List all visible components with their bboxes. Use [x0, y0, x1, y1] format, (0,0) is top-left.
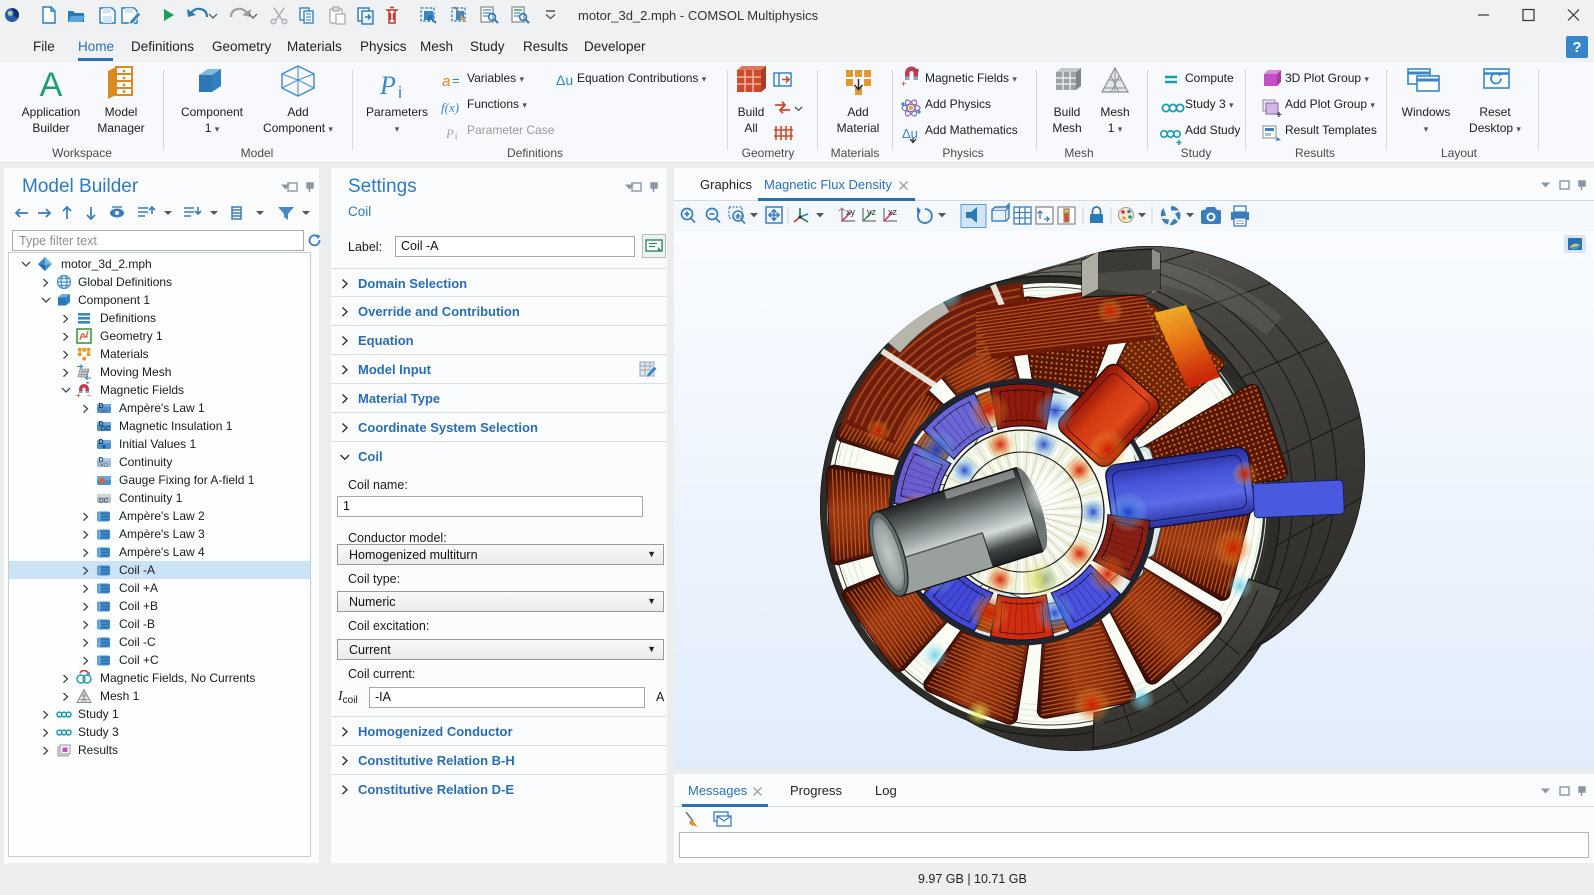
svg-text:*: * — [916, 67, 920, 77]
svg-text:xy: xy — [846, 207, 856, 217]
svg-text:i: i — [455, 132, 457, 143]
svg-text:A: A — [40, 66, 63, 104]
svg-text:?: ? — [1572, 39, 1581, 56]
svg-text:P: P — [379, 71, 396, 100]
svg-text:+: + — [901, 79, 906, 89]
svg-text:i: i — [398, 83, 402, 102]
svg-text:Δu: Δu — [556, 72, 573, 88]
svg-text:f(x): f(x) — [441, 100, 459, 115]
svg-text:P: P — [445, 126, 454, 141]
svg-text:xz: xz — [888, 207, 898, 217]
svg-text:yz: yz — [867, 207, 877, 217]
svg-text:=: = — [452, 73, 460, 88]
svg-text:a: a — [442, 73, 450, 90]
